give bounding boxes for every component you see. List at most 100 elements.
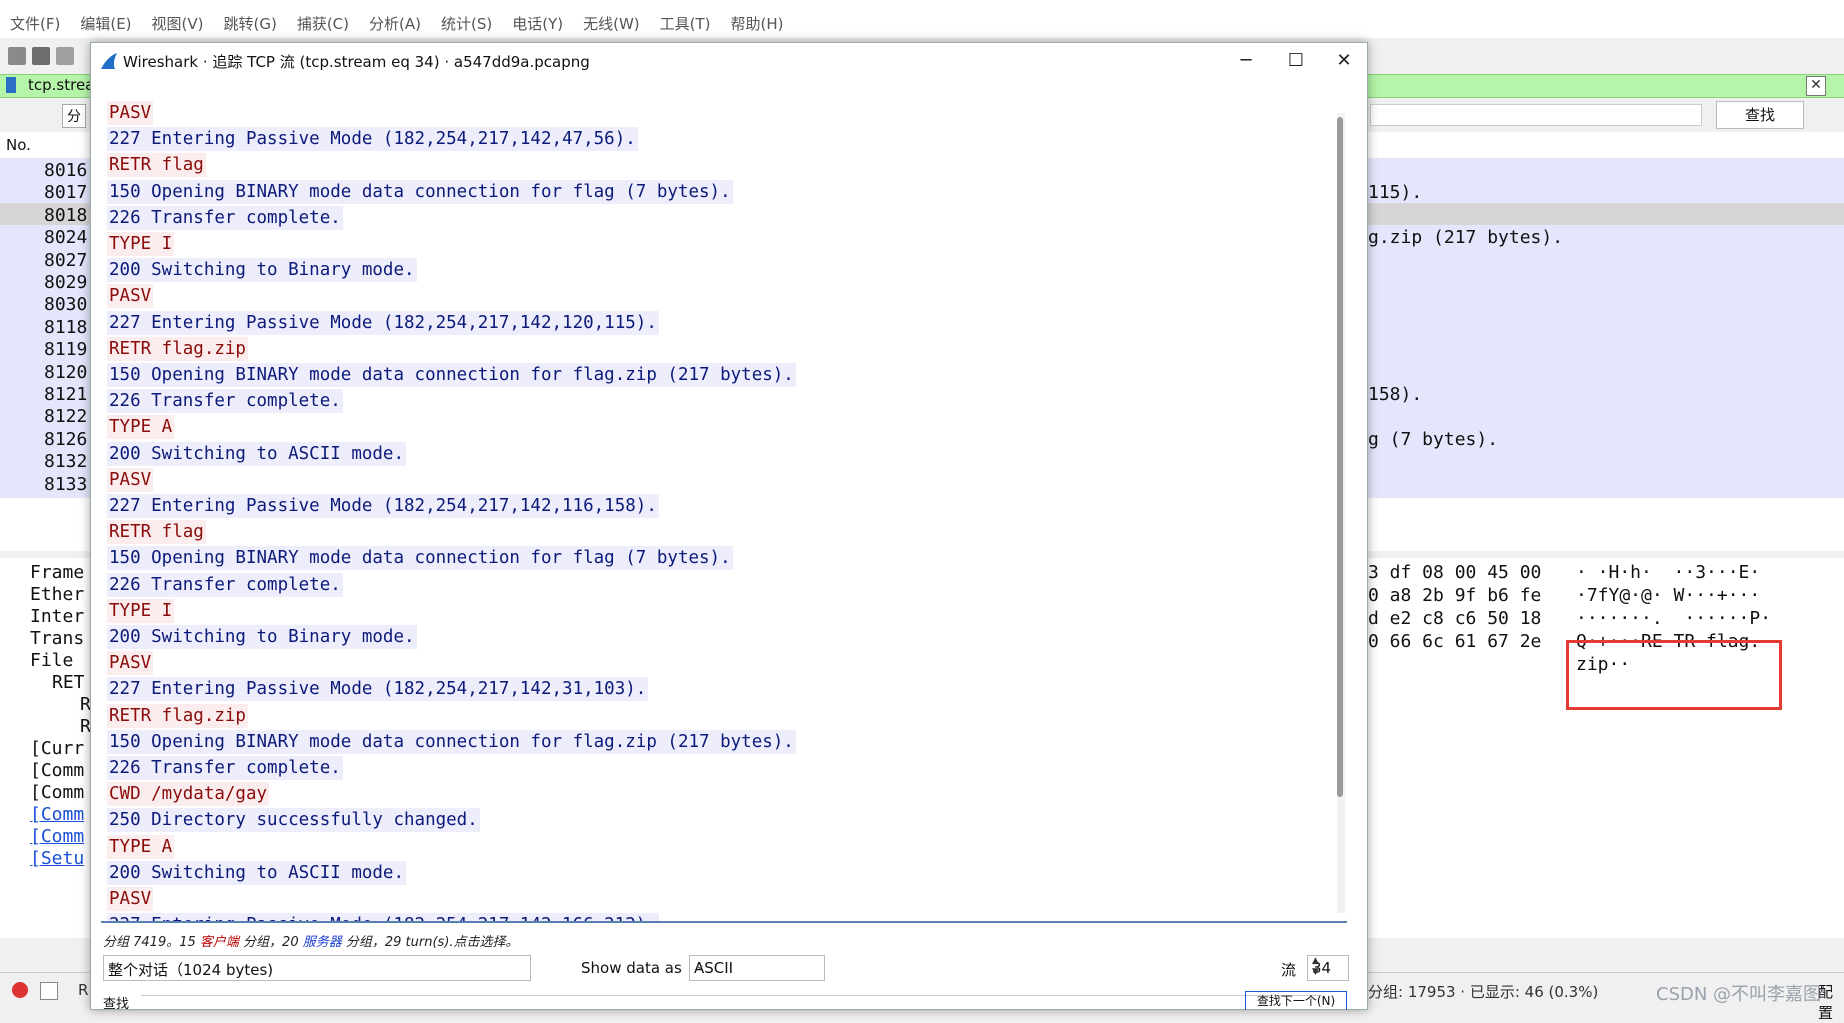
server-line[interactable]: 150 Opening BINARY mode data connection … bbox=[107, 179, 733, 204]
conversation-select[interactable]: 整个对话（1024 bytes) ⌄ bbox=[103, 955, 531, 981]
server-line[interactable]: 150 Opening BINARY mode data connection … bbox=[107, 729, 796, 754]
client-line[interactable]: PASV bbox=[107, 651, 154, 676]
server-line[interactable]: 226 Transfer complete. bbox=[107, 205, 343, 230]
server-line[interactable]: 226 Transfer complete. bbox=[107, 572, 343, 597]
shark-start-icon[interactable] bbox=[8, 47, 26, 65]
menu-item[interactable]: 帮助(H) bbox=[721, 13, 794, 34]
server-line[interactable]: 226 Transfer complete. bbox=[107, 756, 343, 780]
menu-item[interactable]: 视图(V) bbox=[142, 13, 214, 34]
client-line[interactable]: RETR flag.zip bbox=[107, 703, 248, 728]
hex-bytes-line[interactable]: 3 df 08 00 45 00 bbox=[1368, 562, 1541, 583]
ascii-bytes-line[interactable]: · ·H·h· ··3···E· bbox=[1576, 562, 1760, 583]
client-line[interactable]: PASV bbox=[107, 887, 154, 911]
dialog-title: Wireshark · 追踪 TCP 流 (tcp.stream eq 34) … bbox=[123, 53, 590, 71]
server-line[interactable]: 200 Switching to Binary mode. bbox=[107, 258, 417, 283]
main-titlebar bbox=[0, 0, 1844, 8]
menu-item[interactable]: 电话(Y) bbox=[502, 13, 573, 34]
menu-item[interactable]: 编辑(E) bbox=[70, 13, 141, 34]
server-line[interactable]: 227 Entering Passive Mode (182,254,217,1… bbox=[107, 913, 659, 921]
find-packet-input[interactable] bbox=[1370, 104, 1702, 126]
server-line[interactable]: 200 Switching to ASCII mode. bbox=[107, 441, 407, 466]
capture-comment-icon[interactable] bbox=[40, 982, 58, 1000]
menu-item[interactable]: 跳转(G) bbox=[214, 13, 287, 34]
menu-item[interactable]: 文件(F) bbox=[0, 13, 70, 34]
follow-tcp-stream-dialog: Wireshark · 追踪 TCP 流 (tcp.stream eq 34) … bbox=[90, 42, 1368, 1012]
server-line[interactable]: 227 Entering Passive Mode (182,254,217,1… bbox=[107, 494, 659, 518]
packet-number: 8018 bbox=[44, 204, 88, 226]
display-filter-input[interactable]: tcp.strea bbox=[28, 76, 94, 94]
server-line[interactable]: 200 Switching to Binary mode. bbox=[107, 625, 417, 649]
detail-line[interactable]: [Comm bbox=[30, 826, 84, 847]
client-line[interactable]: PASV bbox=[107, 467, 154, 492]
packet-bytes-pane[interactable]: 3 df 08 00 45 00 0 a8 2b 9f b6 fe d e2 c8 … bbox=[1360, 558, 1844, 938]
stream-content[interactable]: PASV 227 Entering Passive Mode (182,254,2… bbox=[101, 93, 1333, 921]
menu-item[interactable]: 工具(T) bbox=[650, 13, 721, 34]
client-line[interactable]: TYPE I bbox=[107, 232, 175, 256]
bookmark-icon[interactable] bbox=[6, 77, 16, 93]
ascii-bytes-line[interactable]: ·7fY@·@· W···+··· bbox=[1576, 585, 1760, 606]
server-line[interactable]: 227 Entering Passive Mode (182,254,217,1… bbox=[107, 310, 659, 335]
detail-line[interactable]: Inter bbox=[30, 606, 84, 627]
server-line[interactable]: 226 Transfer complete. bbox=[107, 389, 343, 414]
client-line[interactable]: RETR flag bbox=[107, 153, 206, 178]
menu-item[interactable]: 无线(W) bbox=[573, 13, 650, 34]
server-line[interactable]: 150 Opening BINARY mode data connection … bbox=[107, 546, 733, 571]
detail-line[interactable]: Trans bbox=[30, 628, 84, 649]
detail-line[interactable]: [Setu bbox=[30, 848, 84, 869]
client-line[interactable]: TYPE A bbox=[107, 415, 175, 440]
packet-number: 8133 bbox=[44, 473, 88, 495]
server-line[interactable]: 250 Directory successfully changed. bbox=[107, 808, 480, 833]
server-line[interactable]: 227 Entering Passive Mode (182,254,217,1… bbox=[107, 127, 638, 152]
packet-info: 115). bbox=[1368, 182, 1423, 204]
hex-bytes-line[interactable]: 0 a8 2b 9f b6 fe bbox=[1368, 585, 1541, 606]
show-data-as-select[interactable]: ASCII ⌄ bbox=[689, 955, 825, 981]
client-line[interactable]: RETR flag bbox=[107, 520, 206, 545]
spin-arrows-icon[interactable]: ▲ ▼ bbox=[1312, 956, 1346, 978]
packet-details-pane[interactable]: Frame Ether Inter Trans File RET R R [Curr [Comm[… bbox=[0, 558, 91, 938]
client-line[interactable]: RETR flag.zip bbox=[107, 336, 248, 361]
find-next-button[interactable]: 查找下一个(N) bbox=[1245, 991, 1347, 1010]
server-line[interactable]: 150 Opening BINARY mode data connection … bbox=[107, 363, 796, 387]
restart-capture-icon[interactable] bbox=[56, 47, 74, 65]
dialog-titlebar[interactable]: Wireshark · 追踪 TCP 流 (tcp.stream eq 34) … bbox=[91, 43, 1367, 79]
client-line[interactable]: PASV bbox=[107, 101, 154, 125]
find-button[interactable]: 查找 bbox=[1716, 101, 1804, 129]
summary-suffix: 分组，29 turn(s).点击选择。 bbox=[341, 935, 519, 950]
minimize-icon[interactable]: ─ bbox=[1223, 47, 1269, 75]
stop-capture-icon[interactable] bbox=[32, 47, 50, 65]
hex-bytes-line[interactable]: 0 66 6c 61 67 2e bbox=[1368, 631, 1541, 652]
chevron-down-icon: ⌄ bbox=[108, 957, 120, 973]
stream-scroll-thumb[interactable] bbox=[1337, 117, 1343, 797]
client-line[interactable]: TYPE I bbox=[107, 598, 175, 623]
detail-line[interactable]: RET bbox=[52, 672, 85, 693]
expert-info-icon[interactable] bbox=[12, 982, 28, 998]
client-line[interactable]: TYPE A bbox=[107, 834, 175, 859]
ascii-bytes-line[interactable]: ·······. ······P· bbox=[1576, 608, 1771, 629]
search-scope-select[interactable]: 分 bbox=[62, 104, 86, 128]
detail-line[interactable]: [Curr bbox=[30, 738, 84, 759]
watermark: CSDN @不叫李嘉图 bbox=[1656, 984, 1822, 1005]
server-line[interactable]: 227 Entering Passive Mode (182,254,217,1… bbox=[107, 677, 649, 702]
client-line[interactable]: CWD /mydata/gay bbox=[107, 782, 270, 807]
menu-item[interactable]: 捕获(C) bbox=[287, 13, 359, 34]
profile-label[interactable]: 配置 bbox=[1818, 981, 1844, 1023]
chevron-down-icon: ⌄ bbox=[694, 957, 706, 973]
detail-line[interactable]: Ether bbox=[30, 584, 84, 605]
clear-filter-icon[interactable]: ✕ bbox=[1806, 76, 1826, 96]
stream-index-spinbox[interactable]: 34 ▲ ▼ bbox=[1307, 955, 1349, 981]
detail-line[interactable]: File bbox=[30, 650, 73, 671]
close-icon[interactable]: ✕ bbox=[1321, 47, 1367, 75]
server-line[interactable]: 200 Switching to ASCII mode. bbox=[107, 860, 407, 885]
menu-item[interactable]: 统计(S) bbox=[431, 13, 502, 34]
hex-bytes-line[interactable]: d e2 c8 c6 50 18 bbox=[1368, 608, 1541, 629]
detail-line[interactable]: [Comm bbox=[30, 782, 84, 803]
menu-item[interactable]: 分析(A) bbox=[359, 13, 431, 34]
detail-line[interactable]: [Comm bbox=[30, 804, 84, 825]
summary-client-link[interactable]: 客户端 bbox=[200, 935, 239, 950]
maximize-icon[interactable]: ☐ bbox=[1273, 47, 1319, 75]
column-no[interactable]: No. bbox=[6, 136, 31, 154]
summary-server-link[interactable]: 服务器 bbox=[303, 935, 342, 950]
client-line[interactable]: PASV bbox=[107, 284, 154, 309]
detail-line[interactable]: [Comm bbox=[30, 760, 84, 781]
detail-line[interactable]: Frame bbox=[30, 562, 84, 583]
